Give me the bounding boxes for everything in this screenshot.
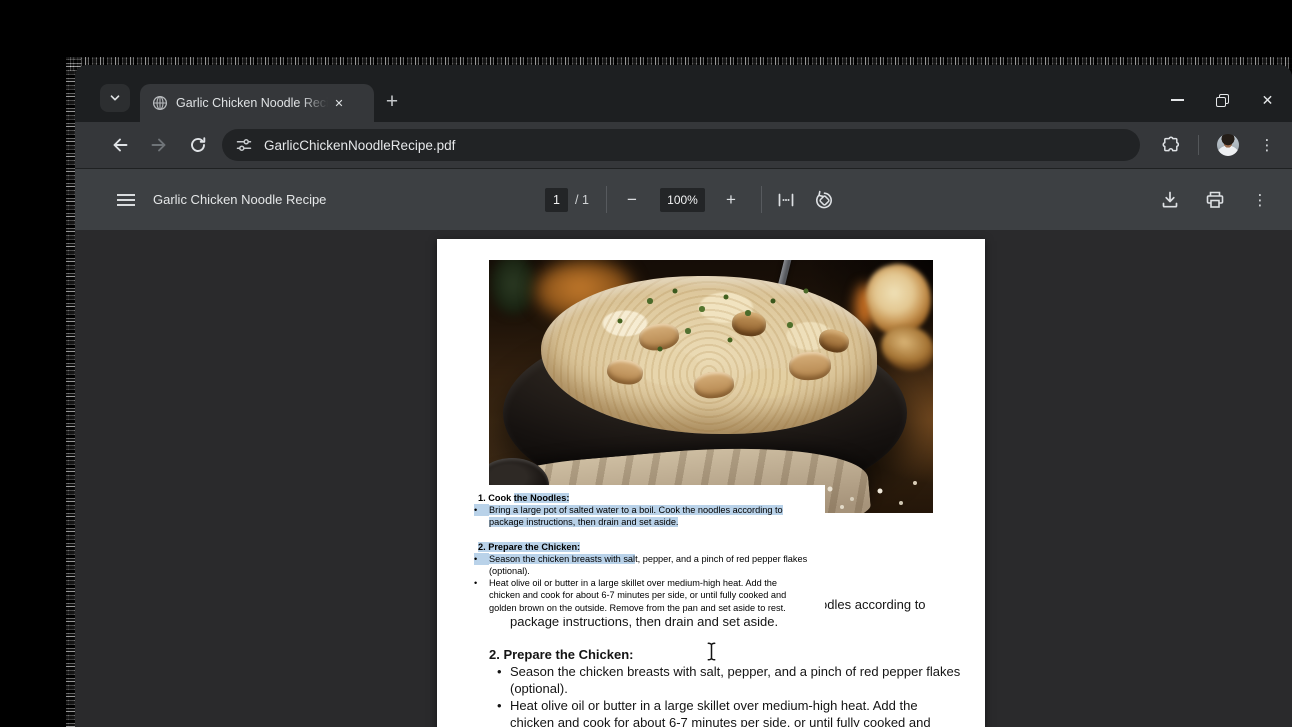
toolbar-separator — [1198, 135, 1199, 155]
print-button[interactable] — [1200, 185, 1230, 215]
drag-preview-line: package instructions, then drain and set… — [472, 516, 825, 528]
document-line[interactable]: chicken and cook for about 6-7 minutes p… — [489, 714, 960, 727]
zoom-in-button[interactable]: + — [716, 185, 746, 215]
zoom-level[interactable]: 100% — [660, 188, 705, 212]
extensions-button[interactable] — [1157, 131, 1185, 159]
kebab-icon: ⋮ — [1253, 191, 1268, 209]
back-icon — [110, 135, 130, 155]
kebab-icon: ⋮ — [1260, 136, 1275, 154]
active-tab[interactable]: Garlic Chicken Noodle Recipe ✕ — [140, 84, 374, 122]
tab-search-button[interactable] — [100, 84, 130, 112]
document-line[interactable]: •Season the chicken breasts with salt, p… — [489, 663, 960, 680]
document-line[interactable]: •Heat olive oil or butter in a large ski… — [489, 697, 960, 714]
plus-icon: + — [726, 190, 736, 210]
back-button[interactable] — [103, 128, 137, 162]
download-icon — [1159, 189, 1181, 211]
download-button[interactable] — [1155, 185, 1185, 215]
browser-menu-button[interactable]: ⋮ — [1253, 131, 1281, 159]
tab-strip: Garlic Chicken Noodle Recipe ✕ + ✕ — [75, 65, 1292, 122]
url-text: GarlicChickenNoodleRecipe.pdf — [264, 138, 455, 153]
pdf-document-title: Garlic Chicken Noodle Recipe — [153, 169, 326, 230]
reload-button[interactable] — [181, 128, 215, 162]
drag-preview-line: •Season the chicken breasts with salt, p… — [472, 553, 825, 565]
address-bar[interactable]: GarlicChickenNoodleRecipe.pdf — [222, 129, 1140, 161]
forward-icon — [149, 135, 169, 155]
new-tab-button[interactable]: + — [377, 87, 407, 117]
drag-preview-line: chicken and cook for about 6-7 minutes p… — [472, 589, 825, 601]
fit-width-icon — [775, 189, 797, 211]
reload-icon — [188, 135, 208, 155]
tune-icon[interactable] — [235, 136, 253, 154]
drag-preview-line: golden brown on the outside. Remove from… — [472, 602, 825, 614]
plus-icon: + — [386, 90, 398, 114]
fit-width-button[interactable] — [771, 185, 801, 215]
chevron-down-icon — [107, 90, 123, 106]
browser-window: Garlic Chicken Noodle Recipe ✕ + ✕ — [75, 65, 1292, 727]
photo-crumbs — [489, 260, 491, 262]
tab-title: Garlic Chicken Noodle Recipe — [176, 96, 328, 110]
document-line[interactable]: 2. Prepare the Chicken: — [489, 646, 960, 663]
pdf-more-button[interactable]: ⋮ — [1245, 185, 1275, 215]
maximize-button[interactable] — [1200, 83, 1245, 117]
forward-button[interactable] — [142, 128, 176, 162]
recipe-photo — [489, 260, 933, 513]
tab-close-button[interactable]: ✕ — [330, 94, 348, 112]
minimize-button[interactable] — [1155, 83, 1200, 117]
minus-icon: − — [627, 190, 637, 210]
page-number-input[interactable]: 1 — [545, 188, 568, 212]
drag-preview-line: 2. Prepare the Chicken: — [472, 541, 825, 553]
profile-avatar[interactable] — [1217, 134, 1239, 156]
restore-icon — [1216, 94, 1229, 107]
photo-background-greens — [491, 260, 535, 314]
puzzle-icon — [1161, 135, 1181, 155]
minimize-icon — [1171, 99, 1184, 101]
print-icon — [1204, 189, 1226, 211]
page-count-label: / 1 — [575, 188, 589, 212]
drag-preview-line: •Heat olive oil or butter in a large ski… — [472, 577, 825, 589]
rotate-ccw-icon — [813, 189, 835, 211]
text-cursor — [704, 641, 719, 662]
drag-preview-line: •Bring a large pot of salted water to a … — [472, 504, 825, 516]
drag-preview-line: (optional). — [472, 565, 825, 577]
browser-toolbar: GarlicChickenNoodleRecipe.pdf ⋮ — [75, 122, 1292, 168]
hamburger-icon — [117, 194, 135, 196]
drag-preview-line: 1. Cook the Noodles: — [472, 492, 825, 504]
rotate-button[interactable] — [809, 185, 839, 215]
pdfbar-separator — [606, 186, 607, 213]
drag-preview: 1. Cook the Noodles:•Bring a large pot o… — [472, 485, 825, 617]
pdf-menu-button[interactable] — [111, 185, 141, 215]
document-line[interactable]: (optional). — [489, 680, 960, 697]
close-icon: ✕ — [1262, 92, 1274, 109]
pdfbar-separator — [761, 186, 762, 213]
close-icon: ✕ — [334, 97, 343, 110]
screen: Garlic Chicken Noodle Recipe ✕ + ✕ — [0, 0, 1292, 727]
close-window-button[interactable]: ✕ — [1245, 83, 1290, 117]
pdf-toolbar: Garlic Chicken Noodle Recipe 1 / 1 − 100… — [75, 169, 1292, 230]
pdf-viewer[interactable]: 1. Cook the Noodles:•Bring a large pot o… — [75, 230, 1292, 727]
window-controls: ✕ — [1155, 83, 1290, 117]
zoom-out-button[interactable]: − — [617, 185, 647, 215]
globe-favicon-icon — [152, 95, 168, 111]
